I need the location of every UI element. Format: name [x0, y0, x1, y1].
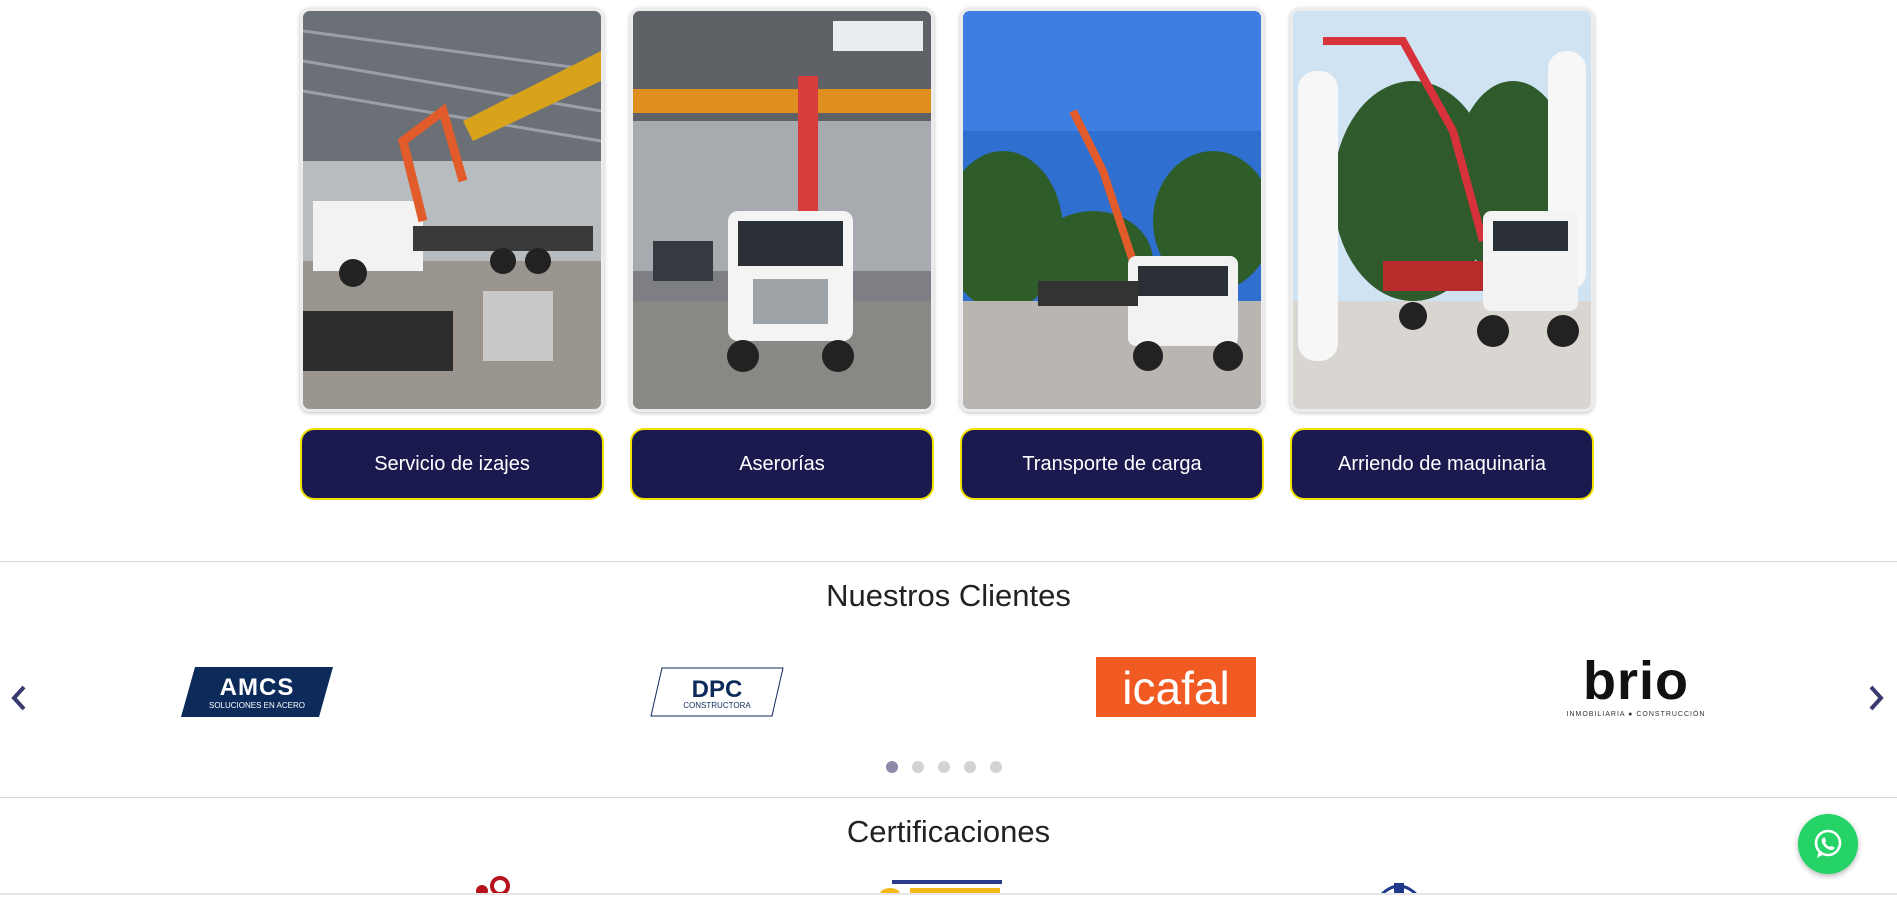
amcs-logo-name: AMCS — [219, 674, 295, 701]
icafal-logo-name: icafal — [1122, 662, 1230, 714]
certifications-title: Certificaciones — [846, 814, 1051, 849]
whatsapp-button[interactable] — [1798, 814, 1858, 874]
section-divider — [0, 797, 1897, 798]
service-card-arriendo: Arriendo de maquinaria — [1290, 8, 1594, 500]
carousel-dot-1[interactable] — [886, 761, 898, 773]
whatsapp-icon — [1814, 829, 1842, 858]
crane-truck-tanks-photo — [1290, 8, 1594, 412]
client-logo-amcs[interactable]: AMCS SOLUCIONES EN ACERO — [181, 667, 333, 717]
dpc-logo-tagline: CONSTRUCTORA — [683, 701, 751, 710]
carousel-prev-button[interactable] — [4, 680, 34, 716]
crane-truck-outdoor-photo — [960, 8, 1264, 412]
chevron-right-icon — [1869, 685, 1884, 711]
service-card-transporte: Transporte de carga — [960, 8, 1264, 500]
services-section: Servicio de izajes Aserorías Transporte … — [0, 0, 1897, 560]
amcs-logo-tagline: SOLUCIONES EN ACERO — [208, 701, 306, 710]
carousel-dot-3[interactable] — [938, 761, 950, 773]
client-logo-brio[interactable]: brio INMOBILIARIA ● CONSTRUCCIÓN — [1558, 651, 1714, 720]
client-logo-dpc[interactable]: DPC CONSTRUCTORA — [650, 667, 784, 717]
carousel-dot-4[interactable] — [964, 761, 976, 773]
client-logo-icafal[interactable]: icafal — [1096, 657, 1256, 717]
carousel-next-button[interactable] — [1861, 680, 1891, 716]
section-divider — [0, 561, 1897, 562]
service-button-arriendo[interactable]: Arriendo de maquinaria — [1290, 428, 1594, 500]
service-button-transporte[interactable]: Transporte de carga — [960, 428, 1264, 500]
service-card-asesorias: Aserorías — [630, 8, 934, 500]
crane-truck-front-photo — [630, 8, 934, 412]
clients-title: Nuestros Clientes — [826, 578, 1071, 613]
carousel-dot-5[interactable] — [990, 761, 1002, 773]
carousel-dot-2[interactable] — [912, 761, 924, 773]
service-card-izajes: Servicio de izajes — [300, 8, 604, 500]
chevron-left-icon — [11, 685, 26, 711]
crane-truck-warehouse-photo — [300, 8, 604, 412]
service-button-asesorias[interactable]: Aserorías — [630, 428, 934, 500]
service-button-izajes[interactable]: Servicio de izajes — [300, 428, 604, 500]
brio-logo-name: brio — [1583, 651, 1689, 711]
dpc-logo-name: DPC — [691, 676, 743, 703]
carousel-pagination — [886, 761, 1002, 773]
brio-logo-tagline: INMOBILIARIA ● CONSTRUCCIÓN — [1566, 711, 1706, 718]
